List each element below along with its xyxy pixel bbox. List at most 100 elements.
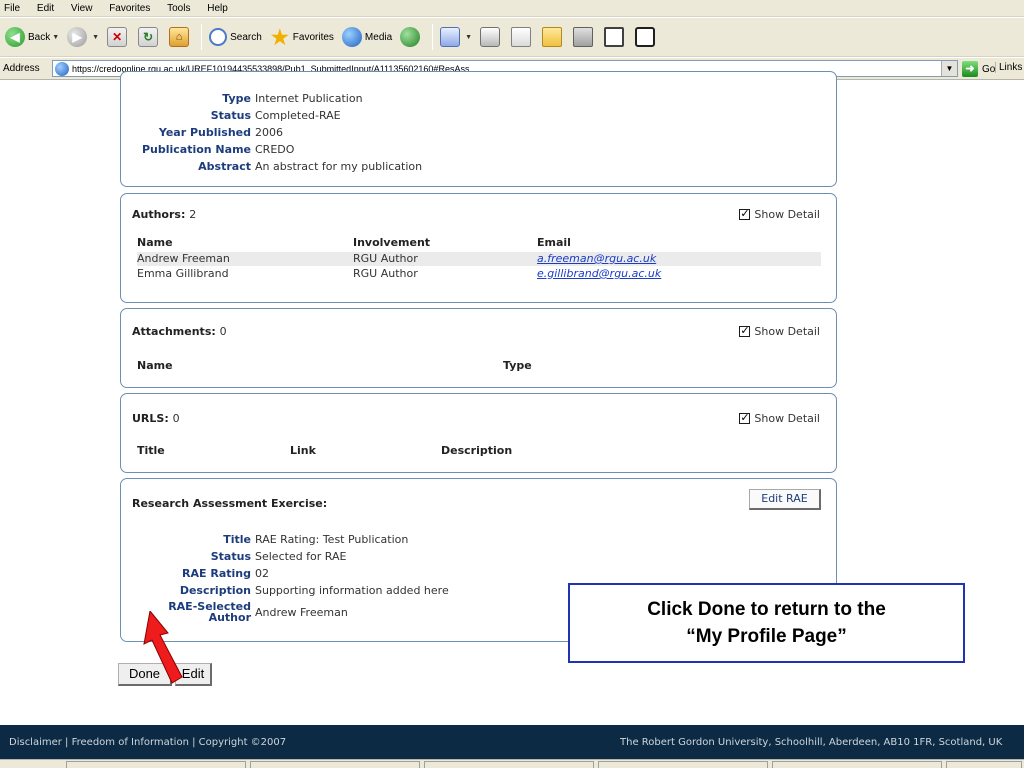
detail-row: Status Completed-RAE — [123, 109, 341, 122]
rae-selected-key-line2: Author — [208, 611, 251, 624]
back-arrow-icon: ◀ — [5, 27, 25, 47]
publication-details-card: Type Internet Publication Status Complet… — [120, 71, 837, 187]
status-pane — [424, 761, 594, 768]
menu-view[interactable]: View — [64, 0, 100, 15]
authors-show-detail[interactable]: Show Detail — [739, 207, 820, 221]
show-detail-label: Show Detail — [754, 325, 820, 338]
arrow-shape — [143, 611, 183, 684]
toolbar-extra-button-1[interactable] — [601, 24, 630, 50]
attachments-count: 0 — [219, 325, 227, 338]
links-button[interactable]: Links — [995, 62, 1022, 73]
author-email-link[interactable]: a.freeman@rgu.ac.uk — [537, 252, 656, 265]
search-button[interactable]: Search — [206, 24, 265, 50]
edit-icon — [511, 27, 532, 47]
rae-key: Title — [223, 533, 251, 546]
detail-key: Type — [222, 92, 251, 105]
home-button[interactable]: ⌂ — [166, 24, 195, 50]
column-header-type: Type — [503, 359, 532, 372]
media-button[interactable]: Media — [339, 24, 395, 50]
folder-button[interactable] — [539, 24, 568, 50]
rae-value: Selected for RAE — [255, 550, 347, 563]
browser-toolbar: ◀ Back ▼ ▶ ▼ ✕ ↻ ⌂ Search ★ Favorites Me… — [0, 18, 1024, 57]
footer-links[interactable]: Disclaimer | Freedom of Information | Co… — [9, 737, 286, 748]
detail-key: Year Published — [158, 126, 251, 139]
author-name: Emma Gillibrand — [137, 267, 229, 280]
status-pane — [250, 761, 420, 768]
detail-row: Publication Name CREDO — [123, 143, 294, 156]
print-button[interactable] — [477, 24, 506, 50]
menu-help[interactable]: Help — [200, 0, 235, 15]
rae-value: Andrew Freeman — [255, 605, 348, 619]
history-button[interactable] — [397, 24, 426, 50]
attachments-show-detail[interactable]: Show Detail — [739, 324, 820, 338]
urls-card: URLS: 0 Show Detail Title Link Descripti… — [120, 393, 837, 473]
star-icon: ★ — [270, 26, 289, 49]
authors-count: 2 — [189, 208, 197, 221]
status-pane — [772, 761, 942, 768]
chevron-down-icon: ▼ — [465, 33, 473, 41]
status-pane — [946, 761, 1022, 768]
footer-address: The Robert Gordon University, Schoolhill… — [620, 737, 1003, 748]
go-label: Go — [982, 63, 996, 75]
edit-page-button[interactable] — [508, 24, 537, 50]
menu-favorites[interactable]: Favorites — [102, 0, 157, 15]
menu-file[interactable]: File — [0, 0, 27, 15]
chevron-down-icon: ▼ — [52, 33, 60, 41]
status-pane — [598, 761, 768, 768]
edit-rae-button[interactable]: Edit RAE — [749, 489, 821, 510]
column-header-link: Link — [290, 444, 316, 457]
mail-icon — [440, 27, 461, 47]
favorites-button[interactable]: ★ Favorites — [267, 24, 337, 50]
authors-title: Authors: 2 — [132, 208, 196, 221]
show-detail-checkbox[interactable] — [739, 324, 751, 337]
chevron-down-icon: ▼ — [92, 33, 100, 41]
forward-button[interactable]: ▶ ▼ — [64, 24, 102, 50]
column-header-name: Name — [137, 359, 173, 372]
author-email-link[interactable]: e.gillibrand@rgu.ac.uk — [537, 267, 661, 280]
search-icon — [209, 28, 228, 46]
menu-tools[interactable]: Tools — [160, 0, 197, 15]
show-detail-checkbox[interactable] — [739, 207, 751, 220]
column-header-name: Name — [137, 236, 173, 249]
page-footer: Disclaimer | Freedom of Information | Co… — [0, 725, 1024, 759]
chevron-down-icon[interactable]: ▼ — [941, 61, 957, 76]
rae-title: Research Assessment Exercise: — [132, 497, 328, 510]
instruction-callout: Click Done to return to the “My Profile … — [568, 583, 965, 663]
detail-row: Year Published 2006 — [123, 126, 283, 139]
folder-icon — [542, 27, 563, 47]
menu-edit[interactable]: Edit — [30, 0, 61, 15]
callout-line-1: Click Done to return to the — [647, 599, 886, 620]
detail-row: Abstract An abstract for my publication — [123, 160, 422, 173]
print-icon — [480, 27, 501, 47]
toolbar-extra-button-2[interactable] — [632, 24, 661, 50]
show-detail-checkbox[interactable] — [739, 411, 751, 424]
detail-key: Publication Name — [141, 143, 251, 156]
rae-value: RAE Rating: Test Publication — [255, 533, 409, 546]
page-globe-icon — [55, 61, 69, 76]
detail-row: Type Internet Publication — [123, 92, 362, 105]
rae-row: Status Selected for RAE — [123, 550, 347, 563]
author-involvement: RGU Author — [353, 267, 418, 280]
stop-button[interactable]: ✕ — [104, 24, 133, 50]
rae-key: Description — [179, 584, 251, 597]
rae-row: RAE Rating 02 — [123, 567, 269, 580]
urls-count: 0 — [172, 412, 180, 425]
rae-key: RAE Rating — [182, 567, 251, 580]
status-pane — [66, 761, 246, 768]
column-header-email: Email — [537, 236, 571, 249]
go-arrow-icon: ➜ — [962, 61, 978, 77]
mail-button[interactable]: ▼ — [437, 24, 475, 50]
search-label: Search — [230, 31, 262, 43]
favorites-label: Favorites — [292, 31, 334, 43]
media-label: Media — [364, 31, 393, 43]
attachments-title-label: Attachments: — [132, 325, 216, 338]
urls-show-detail[interactable]: Show Detail — [739, 411, 820, 425]
go-button[interactable]: ➜ Go — [962, 61, 995, 77]
record-icon — [635, 27, 656, 47]
refresh-button[interactable]: ↻ — [135, 24, 164, 50]
column-header-description: Description — [441, 444, 513, 457]
window-icon — [604, 27, 625, 47]
research-button[interactable] — [570, 24, 599, 50]
back-button[interactable]: ◀ Back ▼ — [2, 24, 62, 50]
author-involvement: RGU Author — [353, 252, 418, 265]
